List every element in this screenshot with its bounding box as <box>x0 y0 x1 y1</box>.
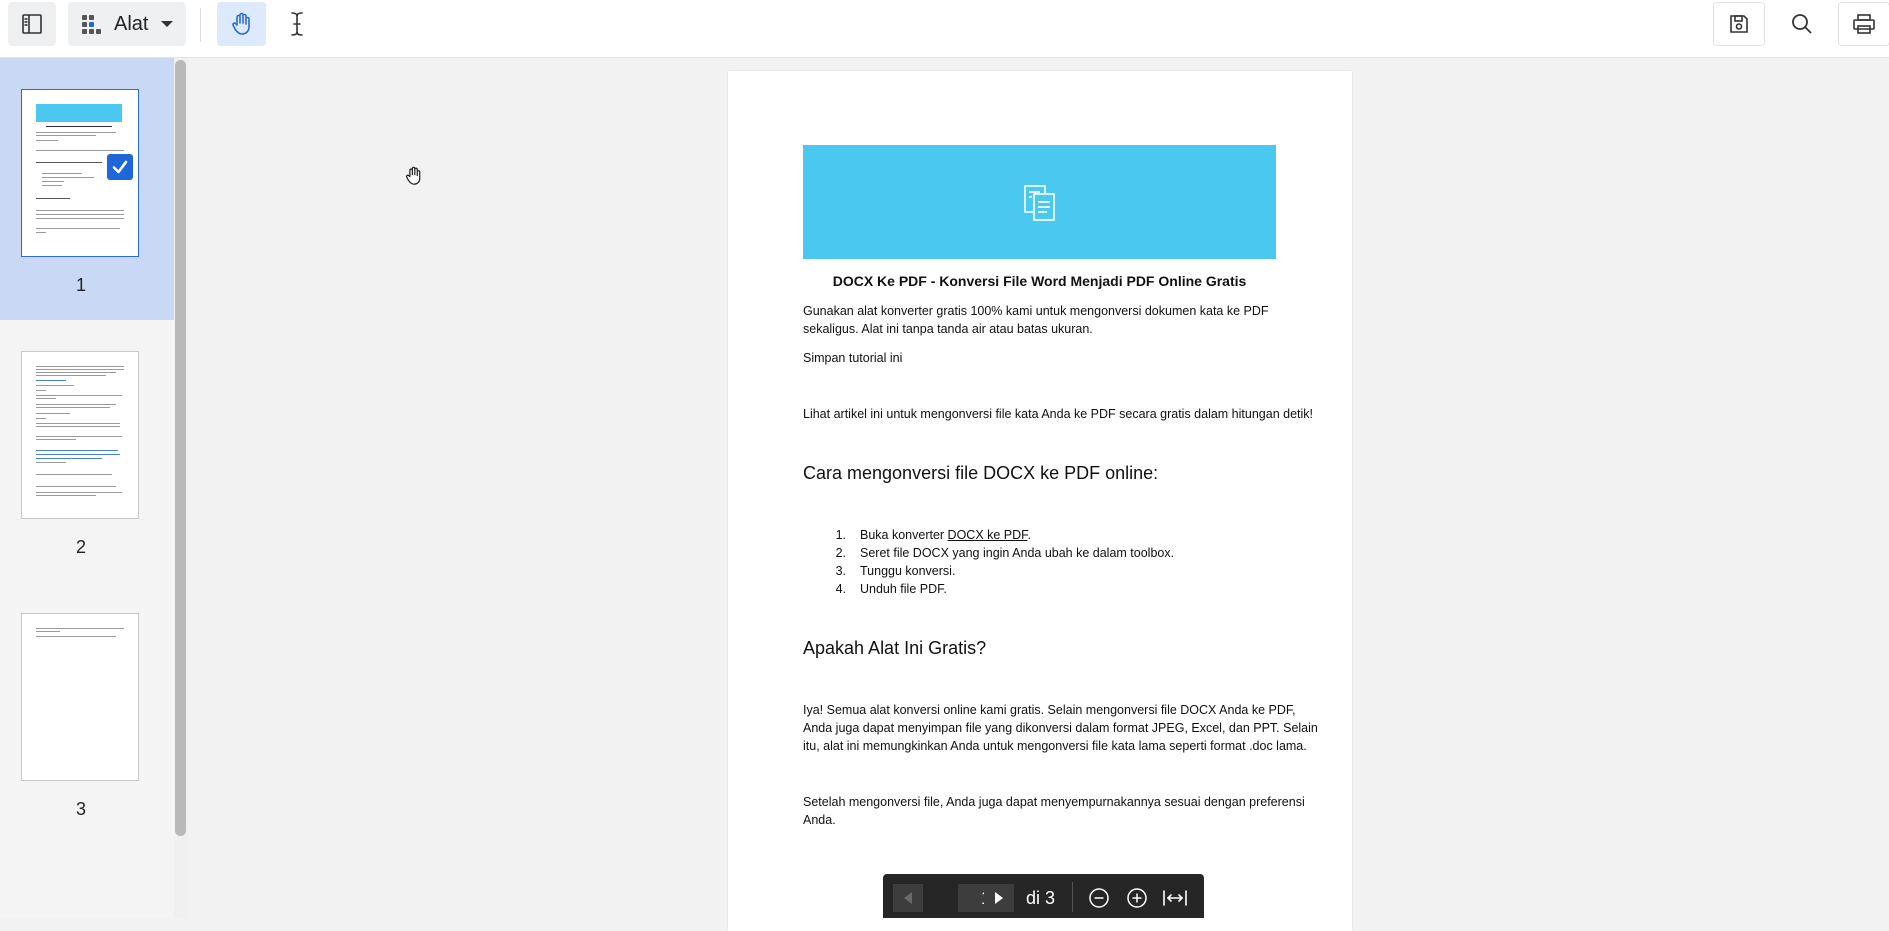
list-item: 2. Seret file DOCX yang ingin Anda ubah k… <box>835 546 1175 560</box>
free-text: Anda juga dapat menyimpan file yang diko… <box>803 721 1318 735</box>
thumbnail-image <box>21 351 139 519</box>
thumbnail-page-1[interactable]: 1 <box>0 58 174 320</box>
intro-text: Gunakan alat konverter gratis 100% kami … <box>803 304 1269 318</box>
tools-menu-button[interactable]: Alat <box>68 2 186 46</box>
documents-icon <box>1023 185 1055 221</box>
intro-text: sekaligus. Alat ini tanpa tanda air atau… <box>803 322 1093 336</box>
list-item: 3. Tunggu konversi. <box>835 564 956 578</box>
page-navigation-bar: 1 di 3 <box>883 874 1204 918</box>
zoom-out-icon <box>1089 888 1109 908</box>
thumbnail-image <box>21 613 139 781</box>
thumbnail-page-number: 3 <box>75 799 86 819</box>
after-text: Anda. <box>803 813 836 827</box>
hand-cursor-icon <box>406 166 421 185</box>
fit-width-button[interactable] <box>1161 884 1189 912</box>
text-select-tool-button[interactable] <box>274 2 320 46</box>
text-select-icon <box>291 12 303 36</box>
zoom-in-button[interactable] <box>1123 884 1151 912</box>
fit-width-icon <box>1163 890 1187 906</box>
free-text: Iya! Semua alat konversi online kami gra… <box>803 703 1296 717</box>
toolbar: Alat <box>0 0 1889 58</box>
checkmark-icon <box>112 160 128 174</box>
list-item: 4. Unduh file PDF. <box>835 582 947 596</box>
thumbnail-selected-checkbox[interactable] <box>107 154 133 180</box>
article-text: Lihat artikel ini untuk mengonversi file… <box>803 407 1313 421</box>
thumbnail-page-2[interactable]: 2 <box>0 320 174 582</box>
docx-to-pdf-link[interactable]: DOCX ke PDF <box>948 528 1028 542</box>
next-page-icon <box>995 892 1003 904</box>
hand-tool-button[interactable] <box>217 2 266 46</box>
sidebar-toggle-button[interactable] <box>8 2 56 46</box>
tools-menu-label: Alat <box>114 12 149 35</box>
save-icon <box>1730 15 1748 33</box>
chevron-down-icon <box>161 21 174 27</box>
next-page-button[interactable] <box>984 884 1014 912</box>
steps-list: 1. Buka konverter DOCX ke PDF. 2. Seret fi… <box>828 526 1175 598</box>
thumbnail-page-number: 1 <box>75 275 86 295</box>
save-button[interactable] <box>1713 2 1765 46</box>
free-text: itu, alat ini memungkinkan Anda untuk me… <box>803 739 1307 753</box>
document-title: DOCX Ke PDF - Konversi File Word Menjadi… <box>832 273 1247 289</box>
thumbnail-page-3[interactable]: 3 <box>0 582 174 844</box>
print-button[interactable] <box>1838 2 1889 46</box>
after-text: Setelah mengonversi file, Anda juga dapa… <box>803 795 1305 809</box>
document-banner <box>803 145 1276 259</box>
sidebar-scrollbar-thumb[interactable] <box>175 60 186 836</box>
heading-how-to: Cara mengonversi file DOCX ke PDF online… <box>803 463 1159 483</box>
hand-pan-icon <box>231 12 250 35</box>
list-item: 1. Buka konverter DOCX ke PDF. <box>835 528 1031 542</box>
heading-is-free: Apakah Alat Ini Gratis? <box>803 638 987 658</box>
document-page: DOCX Ke PDF - Konversi File Word Menjadi… <box>728 71 1352 931</box>
search-icon <box>1792 14 1812 34</box>
save-tutorial-text: Simpan tutorial ini <box>803 351 903 365</box>
search-button[interactable] <box>1776 2 1828 46</box>
sidebar-toggle-icon <box>22 14 42 34</box>
pager-divider <box>1072 882 1073 912</box>
toolbar-divider <box>200 8 201 42</box>
page-total-label: di 3 <box>1026 888 1056 908</box>
zoom-in-icon <box>1127 888 1147 908</box>
thumbnail-page-number: 2 <box>75 537 86 557</box>
zoom-out-button[interactable] <box>1085 884 1113 912</box>
prev-page-icon <box>904 892 912 904</box>
prev-page-button[interactable] <box>893 884 923 912</box>
print-icon <box>1853 14 1875 34</box>
apps-grid-icon <box>82 15 101 34</box>
